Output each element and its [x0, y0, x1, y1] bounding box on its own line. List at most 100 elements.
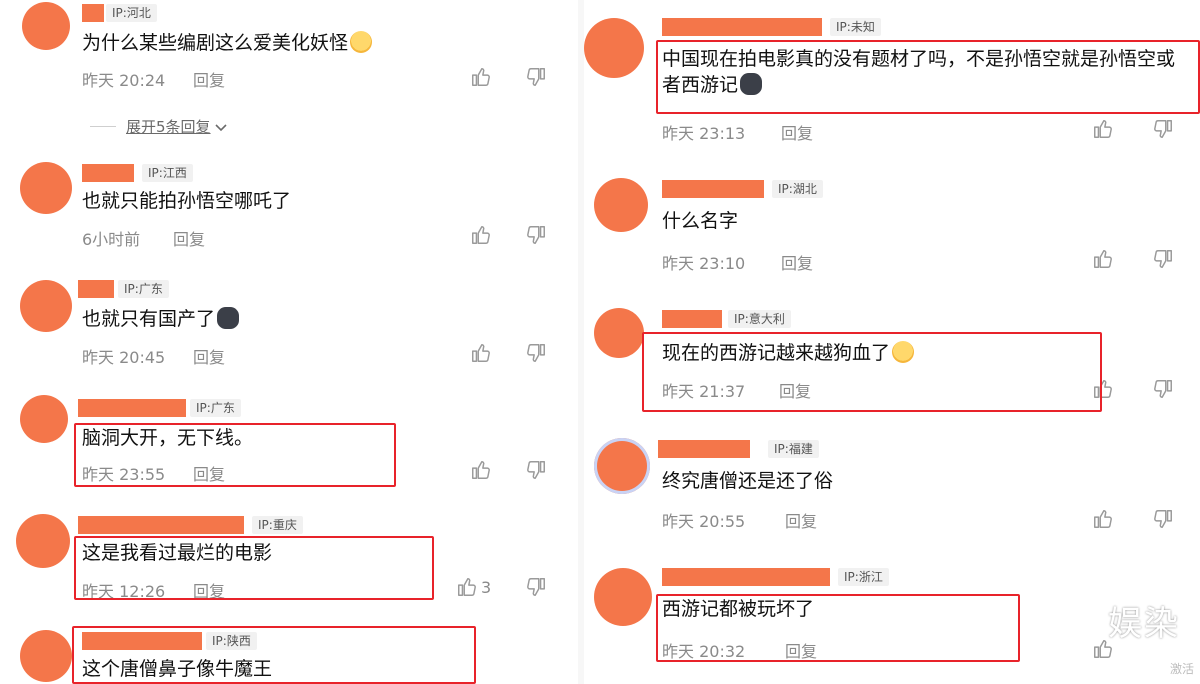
thumbs-up-icon	[458, 578, 476, 596]
thumbs-down-icon	[527, 578, 545, 596]
timestamp: 昨天 21:37	[662, 382, 746, 401]
like-button[interactable]	[1092, 118, 1114, 140]
avatar[interactable]	[16, 514, 70, 568]
avatar[interactable]	[22, 2, 70, 50]
ip-location-badge: IP:河北	[106, 4, 157, 22]
reply-button[interactable]: 回复	[193, 578, 225, 602]
dislike-button[interactable]	[525, 66, 547, 88]
dog-emoji-icon	[217, 307, 240, 329]
ip-location-badge: IP:重庆	[252, 516, 303, 534]
thumbs-down-icon	[1154, 510, 1172, 528]
username[interactable]	[82, 4, 104, 22]
comment-text: 也就只有国产了	[82, 306, 240, 332]
avatar[interactable]	[20, 630, 72, 682]
dislike-button[interactable]	[525, 342, 547, 364]
timestamp: 昨天 12:26	[82, 582, 166, 601]
like-button[interactable]: 3	[456, 576, 491, 598]
thumbs-up-icon	[472, 461, 490, 479]
comment-item: IP:江西 也就只能拍孙悟空哪吒了 6小时前 回复	[0, 160, 578, 260]
expand-replies-button[interactable]: 展开5条回复	[90, 116, 228, 137]
like-button[interactable]	[1092, 248, 1114, 270]
comment-text-content: 为什么某些编剧这么爱美化妖怪	[82, 32, 349, 54]
dislike-button[interactable]	[1152, 508, 1174, 530]
dislike-button[interactable]	[1152, 248, 1174, 270]
avatar[interactable]	[594, 568, 652, 626]
username[interactable]	[658, 440, 750, 458]
username[interactable]	[662, 180, 764, 198]
like-button[interactable]	[1092, 508, 1114, 530]
username[interactable]	[82, 164, 134, 182]
like-count: 3	[481, 577, 492, 597]
timestamp: 昨天 20:24	[82, 71, 166, 90]
comment-text: 中国现在拍电影真的没有题材了吗，不是孙悟空就是孙悟空或者西游记	[662, 46, 1182, 98]
comment-text: 现在的西游记越来越狗血了	[662, 340, 915, 366]
comment-item: IP:重庆 这是我看过最烂的电影 昨天 12:26 回复 3	[0, 512, 578, 612]
laughing-sweat-emoji-icon	[350, 31, 373, 53]
timestamp: 昨天 20:55	[662, 512, 746, 531]
comment-text: 什么名字	[662, 210, 739, 232]
username[interactable]	[78, 399, 186, 417]
reply-button[interactable]: 回复	[785, 638, 817, 662]
like-button[interactable]	[470, 66, 492, 88]
reply-button[interactable]: 回复	[781, 250, 813, 274]
thumbs-down-icon	[527, 461, 545, 479]
avatar[interactable]	[594, 178, 648, 232]
dislike-button[interactable]	[1152, 118, 1174, 140]
comment-text: 这个唐僧鼻子像牛魔王	[82, 658, 273, 680]
watermark-subtitle: 激活	[1169, 662, 1194, 676]
dislike-button[interactable]	[1152, 378, 1174, 400]
timestamp: 昨天 20:32	[662, 642, 746, 661]
thumbs-down-icon	[1154, 250, 1172, 268]
username[interactable]	[82, 632, 202, 650]
comment-text: 终究唐僧还是还了俗	[662, 470, 834, 492]
timestamp: 昨天 20:45	[82, 348, 166, 367]
comment-item: IP:湖北 什么名字 昨天 23:10 回复	[584, 176, 1200, 276]
username[interactable]	[78, 516, 244, 534]
reply-button[interactable]: 回复	[193, 461, 225, 485]
dislike-button[interactable]	[525, 459, 547, 481]
reply-button[interactable]: 回复	[173, 226, 205, 250]
reply-button[interactable]: 回复	[193, 67, 225, 91]
reply-button[interactable]: 回复	[193, 344, 225, 368]
comment-item: IP:陕西 这个唐僧鼻子像牛魔王	[0, 626, 578, 684]
reply-button[interactable]: 回复	[781, 120, 813, 144]
chevron-down-icon	[214, 123, 227, 131]
thumbs-up-icon	[1094, 510, 1112, 528]
like-button[interactable]	[470, 459, 492, 481]
like-button[interactable]	[470, 224, 492, 246]
comment-text: 也就只能拍孙悟空哪吒了	[82, 190, 292, 212]
avatar[interactable]	[584, 18, 644, 78]
reply-button[interactable]: 回复	[779, 378, 811, 402]
avatar[interactable]	[20, 162, 72, 214]
dislike-button[interactable]	[525, 576, 547, 598]
username[interactable]	[662, 310, 722, 328]
username[interactable]	[662, 568, 830, 586]
avatar[interactable]	[20, 280, 72, 332]
ip-location-badge: IP:浙江	[838, 568, 889, 586]
watermark: 娱染	[1108, 604, 1180, 644]
thumbs-up-icon	[472, 344, 490, 362]
ip-location-badge: IP:湖北	[772, 180, 823, 198]
thumbs-down-icon	[1154, 120, 1172, 138]
ip-location-badge: IP:未知	[830, 18, 881, 36]
ip-location-badge: IP:广东	[118, 280, 169, 298]
ip-location-badge: IP:陕西	[206, 632, 257, 650]
avatar[interactable]	[594, 308, 644, 358]
thumbs-up-icon	[1094, 250, 1112, 268]
username[interactable]	[662, 18, 822, 36]
avatar[interactable]	[594, 438, 650, 494]
username[interactable]	[78, 280, 114, 298]
thumbs-down-icon	[1154, 380, 1172, 398]
like-button[interactable]	[1092, 378, 1114, 400]
reply-button[interactable]: 回复	[785, 508, 817, 532]
comment-item: IP:福建 终究唐僧还是还了俗 昨天 20:55 回复	[584, 436, 1200, 536]
laughing-sweat-emoji-icon	[892, 341, 915, 363]
thumbs-down-icon	[527, 344, 545, 362]
left-comment-column: IP:河北 为什么某些编剧这么爱美化妖怪 昨天 20:24 回复 展开5条回复 …	[0, 0, 578, 684]
comment-text-content: 也就只有国产了	[82, 308, 216, 330]
comment-item: IP:河北 为什么某些编剧这么爱美化妖怪 昨天 20:24 回复 展开5条回复	[0, 0, 578, 140]
like-button[interactable]	[470, 342, 492, 364]
avatar[interactable]	[20, 395, 68, 443]
dislike-button[interactable]	[525, 224, 547, 246]
ip-location-badge: IP:意大利	[728, 310, 791, 328]
